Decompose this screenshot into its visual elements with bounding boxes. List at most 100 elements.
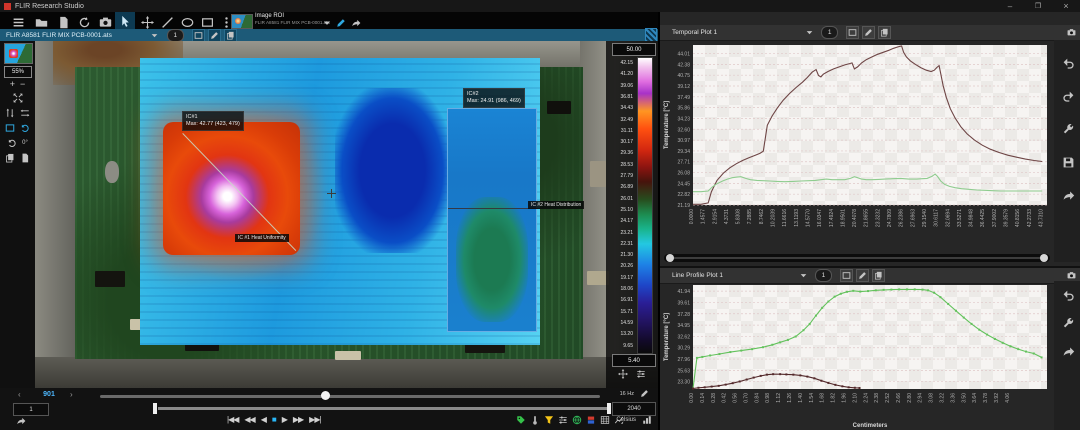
playback-button-1[interactable]: ◀◀ <box>244 414 254 426</box>
ic2-roi-label[interactable]: IC#2 Max: 24.91 (986, 469) <box>463 88 525 108</box>
temporal-plot-popout-button[interactable] <box>846 26 859 39</box>
scale-max-box[interactable]: 50.00 <box>612 43 656 56</box>
pan-mode-button[interactable] <box>5 123 15 133</box>
navigator-thumbnail[interactable] <box>4 43 33 64</box>
playback-button-0[interactable]: |◀◀ <box>227 414 238 426</box>
svg-text:23.30: 23.30 <box>677 380 690 386</box>
frame-next-button[interactable]: › <box>70 390 73 399</box>
scale-auto-adjust-button[interactable] <box>618 369 628 379</box>
svg-text:2.9154: 2.9154 <box>712 209 718 225</box>
emissivity-globe-icon[interactable] <box>572 415 582 425</box>
playback-button-3[interactable]: ■ <box>272 414 276 426</box>
ic2-roi-rect[interactable] <box>447 108 537 332</box>
profile-undo-zoom-button[interactable] <box>1062 289 1075 302</box>
viewer-edit-button[interactable] <box>208 29 221 42</box>
svg-text:32.62: 32.62 <box>677 334 690 340</box>
thermal-image-canvas[interactable]: IC#1 Max: 42.77 (423, 479) IC#2 Max: 24.… <box>35 41 658 388</box>
playback-button-5[interactable]: ▶▶ <box>293 414 303 426</box>
save-plot-button[interactable] <box>1062 156 1075 169</box>
thermometer-icon[interactable] <box>530 415 540 425</box>
colorbar-tick: 30.17 <box>620 140 633 145</box>
send-frame-button[interactable] <box>16 416 26 426</box>
frame-prev-button[interactable]: ‹ <box>18 390 21 399</box>
viewer-popout-button[interactable] <box>192 29 205 42</box>
tag-icon[interactable] <box>516 415 526 425</box>
viewer-duplicate-button[interactable] <box>224 29 237 42</box>
undo-zoom-button[interactable] <box>1062 57 1075 70</box>
playback-button-2[interactable]: ◀ <box>261 414 266 426</box>
flip-horizontal-button[interactable] <box>20 108 30 118</box>
svg-text:24.45: 24.45 <box>677 181 690 187</box>
profile-export-plot-button[interactable] <box>1062 345 1075 358</box>
spot-crosshair[interactable] <box>327 189 336 198</box>
svg-text:26.08: 26.08 <box>677 171 690 177</box>
ic2-profile-line[interactable] <box>448 208 540 209</box>
playback-button-4[interactable]: ▶ <box>282 414 287 426</box>
svg-text:30.6117: 30.6117 <box>934 209 940 227</box>
units-label[interactable]: Celsius <box>596 417 636 423</box>
frame-rate-label: 16 Hz <box>598 391 634 397</box>
playback-button-6[interactable]: ▶▶| <box>309 414 320 426</box>
ic2-line-label[interactable]: IC #2 Heat Distribution <box>528 201 584 209</box>
minimize-button[interactable]: – <box>996 2 1024 11</box>
scale-histogram-adjust-button[interactable] <box>636 369 646 379</box>
svg-text:3.22: 3.22 <box>940 393 946 403</box>
frame-current-value[interactable]: 901 <box>34 391 64 398</box>
scrollbar-right-thumb[interactable] <box>1040 254 1048 262</box>
colorbar-tick: 14.59 <box>620 321 633 326</box>
range-track[interactable] <box>158 407 608 410</box>
range-start-box[interactable]: 1 <box>13 403 49 416</box>
flip-vertical-button[interactable] <box>5 108 15 118</box>
scale-min-box[interactable]: 5.40 <box>612 354 656 367</box>
viewer-dropdown-button[interactable] <box>150 31 159 40</box>
frame-scrubber-thumb[interactable] <box>321 391 330 400</box>
svg-text:3.78: 3.78 <box>983 393 989 403</box>
zoom-out-button[interactable]: − <box>20 80 25 89</box>
plot-settings-wrench-button[interactable] <box>1062 123 1075 136</box>
ic1-roi-label[interactable]: IC#1 Max: 42.77 (423, 479) <box>182 111 244 131</box>
ic1-line-label[interactable]: IC #1 Heat Uniformity <box>235 234 289 242</box>
svg-text:0.00: 0.00 <box>689 393 695 403</box>
temporal-plot-duplicate-button[interactable] <box>878 26 891 39</box>
svg-text:0.98: 0.98 <box>765 393 771 403</box>
fit-to-window-button[interactable] <box>13 93 23 103</box>
rotate-reset-button[interactable] <box>7 138 17 148</box>
colorbar-tick: 20.26 <box>620 264 633 269</box>
svg-text:3.50: 3.50 <box>961 393 967 403</box>
range-handle-right[interactable] <box>607 403 611 414</box>
scrollbar-left-thumb[interactable] <box>666 254 674 262</box>
profile-plot-snapshot-button[interactable] <box>1067 271 1076 280</box>
temporal-plot-snapshot-button[interactable] <box>1067 28 1076 37</box>
copy-image-button[interactable] <box>5 153 15 163</box>
viewer-tab-count[interactable]: 1 <box>167 29 184 42</box>
profile-settings-wrench-button[interactable] <box>1062 317 1075 330</box>
range-end-box[interactable]: 2040 <box>612 402 656 416</box>
temporal-x-scrollbar[interactable] <box>664 254 1050 262</box>
export-plot-button[interactable] <box>1062 189 1075 202</box>
colorbar-tick: 29.36 <box>620 151 633 156</box>
colorbar-gradient[interactable] <box>637 57 653 354</box>
profile-plot-dropdown[interactable] <box>799 271 808 280</box>
palette-icon[interactable] <box>586 415 596 425</box>
redo-zoom-button[interactable] <box>1062 90 1075 103</box>
svg-text:37.9002: 37.9002 <box>992 209 998 227</box>
histogram-button[interactable] <box>642 415 652 425</box>
frame-rate-edit-button[interactable] <box>640 389 649 398</box>
page-export-button[interactable] <box>20 153 30 163</box>
svg-text:Temperature [°C]: Temperature [°C] <box>664 313 670 361</box>
zoom-level-box[interactable]: 55% <box>4 66 32 78</box>
close-button[interactable]: × <box>1052 1 1080 11</box>
temporal-plot-tab-count[interactable]: 1 <box>821 26 838 39</box>
ic2-roi-max: Max: 24.91 (986, 469) <box>467 98 521 105</box>
filter-funnel-icon[interactable] <box>544 415 554 425</box>
svg-text:27.6963: 27.6963 <box>910 209 916 227</box>
svg-text:2.10: 2.10 <box>852 393 858 403</box>
zoom-in-button[interactable]: + <box>10 80 15 89</box>
frame-scrubber-track[interactable] <box>100 395 600 398</box>
range-handle-left[interactable] <box>153 403 157 414</box>
temporal-plot-dropdown[interactable] <box>805 28 814 37</box>
rotate-view-button[interactable] <box>20 123 30 133</box>
temporal-plot-edit-button[interactable] <box>862 26 875 39</box>
maximize-button[interactable]: ❐ <box>1024 2 1052 10</box>
measurement-settings-icon[interactable] <box>558 415 568 425</box>
